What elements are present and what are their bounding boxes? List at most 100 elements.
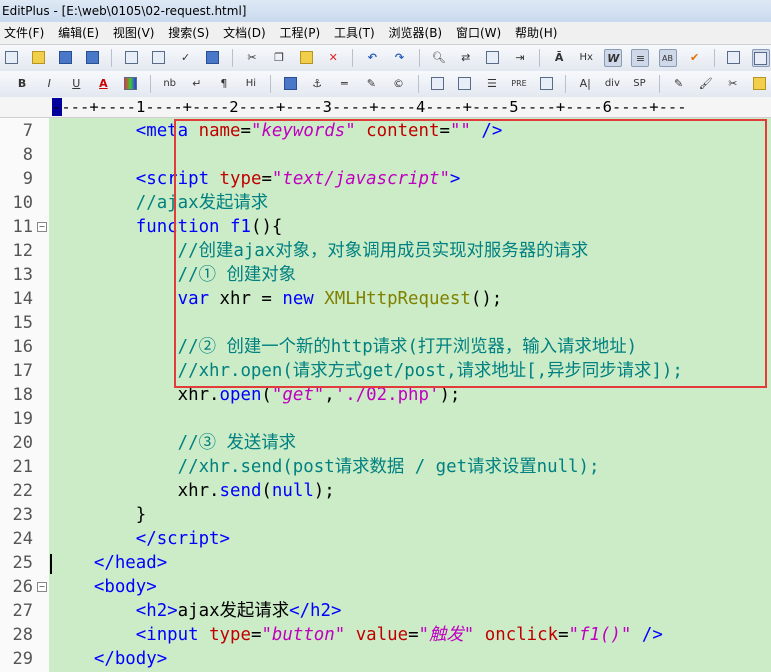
menu-search[interactable]: 搜索(S) (164, 22, 209, 44)
fold-toggle-icon[interactable]: − (37, 582, 47, 592)
code-line[interactable]: 14 var xhr = new XMLHttpRequest(); (0, 287, 771, 311)
horizontal-rule-icon[interactable]: ═ (335, 75, 353, 93)
code-line[interactable]: 10 //ajax发起请求 (0, 191, 771, 215)
highlight-icon[interactable]: ✎ (362, 75, 380, 93)
code-line[interactable]: 23 } (0, 503, 771, 527)
underline-button[interactable]: U (67, 75, 85, 93)
menu-browser[interactable]: 浏览器(B) (385, 22, 443, 44)
code-line[interactable]: 25 </head> (0, 551, 771, 575)
cut-icon[interactable]: ✂ (243, 49, 261, 67)
code-text: //xhr.open(请求方式get/post,请求地址[,异步同步请求]); (177, 361, 683, 381)
print-icon[interactable] (122, 49, 140, 67)
div-button[interactable]: div (603, 75, 621, 93)
table-icon[interactable] (429, 75, 447, 93)
code-line[interactable]: 26− <body> (0, 575, 771, 599)
menu-tools[interactable]: 工具(T) (330, 22, 375, 44)
code-text: function f1(){ (135, 217, 283, 237)
edit-icon[interactable]: ✎ (670, 75, 688, 93)
anchor-icon[interactable]: ⚓ (308, 75, 326, 93)
code-text: } (52, 505, 147, 525)
color-picker-icon[interactable] (121, 75, 139, 93)
menu-edit[interactable]: 编辑(E) (54, 22, 99, 44)
line-number-icon[interactable]: ≡ (631, 49, 650, 67)
line-break-button[interactable]: ↵ (188, 75, 206, 93)
copy-icon[interactable]: ❐ (270, 49, 288, 67)
redo-icon[interactable]: ↷ (391, 49, 409, 67)
menu-window[interactable]: 窗口(W) (452, 22, 501, 44)
code-line[interactable]: 12 //创建ajax对象，对象调用成员实现对服务器的请求 (0, 239, 771, 263)
menu-project[interactable]: 工程(P) (276, 22, 321, 44)
hex-icon[interactable]: Hx (577, 49, 595, 67)
nbsp-button[interactable]: nb (161, 75, 179, 93)
save-icon[interactable] (56, 49, 74, 67)
line-number: 12 (12, 241, 33, 261)
replace-icon[interactable]: ⇄ (457, 49, 475, 67)
browser-preview-icon[interactable] (204, 49, 222, 67)
line-number: 24 (12, 529, 33, 549)
menu-file[interactable]: 文件(F) (0, 22, 44, 44)
bold-button[interactable]: B (13, 75, 31, 93)
new-file-icon[interactable] (2, 49, 20, 67)
check-icon[interactable]: ✔ (686, 49, 704, 67)
word-wrap-icon[interactable]: W (604, 49, 623, 67)
copyright-icon[interactable]: © (390, 75, 408, 93)
font-color-button[interactable]: A (94, 75, 112, 93)
toolbar-separator (539, 49, 541, 67)
code-line[interactable]: 20 //③ 发送请求 (0, 431, 771, 455)
code-line[interactable]: 29 </body> (0, 647, 771, 671)
code-editor[interactable]: 7 <meta name="keywords" content="" /> 8 9 … (0, 118, 771, 672)
code-text: <body> (93, 577, 157, 597)
code-line[interactable]: 11− function f1(){ (0, 215, 771, 239)
code-line[interactable]: 17 //xhr.open(请求方式get/post,请求地址[,异步同步请求]… (0, 359, 771, 383)
image-icon[interactable] (281, 75, 299, 93)
code-text: <script type="text/javascript"> (135, 169, 461, 189)
input-icon[interactable] (537, 75, 555, 93)
open-file-icon[interactable] (29, 49, 47, 67)
italic-button[interactable]: I (40, 75, 58, 93)
paste-icon[interactable] (297, 49, 315, 67)
code-line[interactable]: 27 <h2>ajax发起请求</h2> (0, 599, 771, 623)
heading-button[interactable]: Hi (242, 75, 260, 93)
column-select-icon[interactable]: AB (658, 49, 677, 67)
fold-toggle-icon[interactable]: − (37, 222, 47, 232)
code-line[interactable]: 24 </script> (0, 527, 771, 551)
font-icon[interactable]: Ā (550, 49, 568, 67)
span-button[interactable]: SP (630, 75, 648, 93)
code-line[interactable]: 7 <meta name="keywords" content="" /> (0, 119, 771, 143)
print-preview-icon[interactable] (150, 49, 168, 67)
code-line[interactable]: 8 (0, 143, 771, 167)
code-line[interactable]: 21 //xhr.send(post请求数据 / get请求设置null); (0, 455, 771, 479)
code-line[interactable]: 19 (0, 407, 771, 431)
font-tag-icon[interactable]: A| (576, 75, 594, 93)
code-line[interactable]: 18 xhr.open("get",'./02.php'); (0, 383, 771, 407)
comment-icon[interactable] (751, 75, 769, 93)
goto-icon[interactable]: ⇥ (511, 49, 529, 67)
code-line[interactable]: 22 xhr.send(null); (0, 479, 771, 503)
line-number: 27 (12, 601, 33, 621)
pre-button[interactable]: PRE (510, 75, 528, 93)
delete-icon[interactable]: ✕ (324, 49, 342, 67)
view-active-icon[interactable] (751, 49, 770, 67)
code-line[interactable]: 16 //② 创建一个新的http请求(打开浏览器，输入请求地址) (0, 335, 771, 359)
spell-check-icon[interactable]: ✓ (177, 49, 195, 67)
brush-icon[interactable]: 🖌︎ (697, 75, 715, 93)
scissors-color-icon[interactable]: ✂ (724, 75, 742, 93)
code-text: //创建ajax对象，对象调用成员实现对服务器的请求 (177, 241, 589, 261)
list-icon[interactable]: ☰ (483, 75, 501, 93)
code-line[interactable]: 28 <input type="button" value="触发" oncli… (0, 623, 771, 647)
code-line[interactable]: 13 //① 创建对象 (0, 263, 771, 287)
find-in-files-icon[interactable] (484, 49, 502, 67)
menu-help[interactable]: 帮助(H) (511, 22, 557, 44)
toolbar-handle (0, 75, 4, 93)
form-icon[interactable] (456, 75, 474, 93)
toolbar-separator (417, 75, 419, 93)
menu-document[interactable]: 文档(D) (219, 22, 266, 44)
undo-icon[interactable]: ↶ (363, 49, 381, 67)
menu-view[interactable]: 视图(V) (109, 22, 155, 44)
paragraph-button[interactable]: ¶ (215, 75, 233, 93)
code-line[interactable]: 15 (0, 311, 771, 335)
save-all-icon[interactable] (83, 49, 101, 67)
find-icon[interactable]: 🔍︎ (430, 49, 448, 67)
code-line[interactable]: 9 <script type="text/javascript"> (0, 167, 771, 191)
view-list-icon[interactable] (725, 49, 743, 67)
